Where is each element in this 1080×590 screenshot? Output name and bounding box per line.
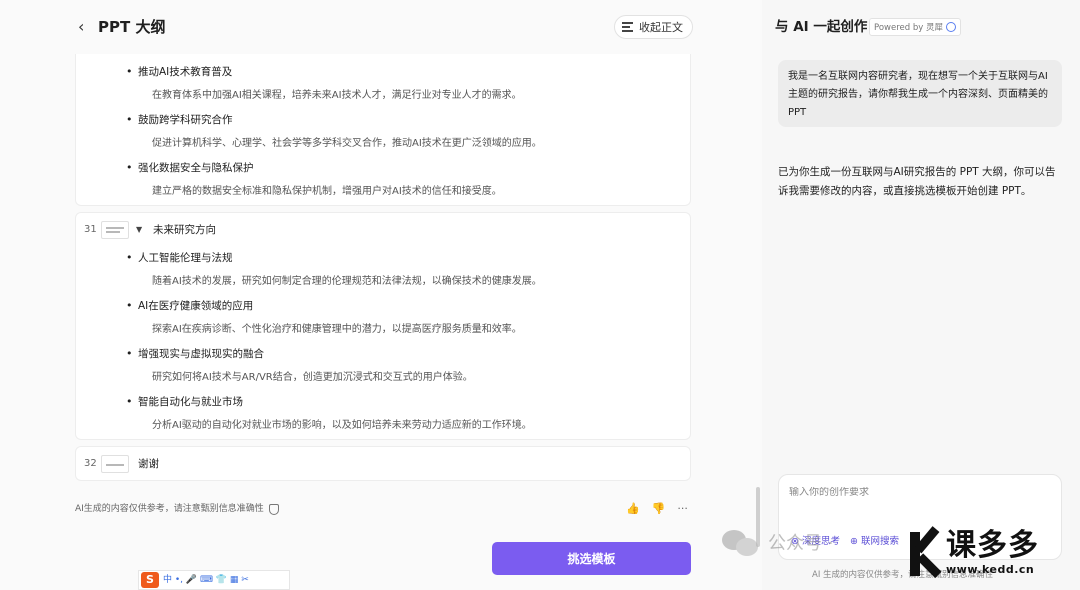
bullet-title[interactable]: 推动AI技术教育普及: [126, 65, 232, 79]
ime-toolbar[interactable]: S 中 •, 🎤 ⌨ 👕 ▦ ✂: [138, 570, 290, 590]
collapse-body-label: 收起正文: [639, 21, 683, 34]
list-icon: [622, 22, 633, 32]
thumbs-up-icon[interactable]: 👍: [626, 502, 640, 515]
powered-by-badge: Powered by 灵犀: [869, 18, 961, 36]
slide-thumbnail[interactable]: [101, 221, 129, 239]
chat-panel: 与 AI 一起创作 Powered by 灵犀 我是一名互联网内容研究者，现在想…: [762, 0, 1080, 590]
slide-number: 32: [84, 458, 97, 469]
wechat-icon: [722, 528, 760, 556]
outline-card-continued: 推动AI技术教育普及 在教育体系中加强AI相关课程，培养未来AI技术人才，满足行…: [75, 54, 691, 206]
outline-card-slide-31: 31 ▼ 未来研究方向 人工智能伦理与法规 随着AI技术的发展，研究如何制定合理…: [75, 212, 691, 440]
sogou-ime-icon[interactable]: S: [141, 572, 159, 588]
collapse-body-button[interactable]: 收起正文: [614, 15, 693, 39]
bullet-desc[interactable]: 在教育体系中加强AI相关课程，培养未来AI技术人才，满足行业对专业人才的需求。: [152, 89, 522, 103]
pick-template-button[interactable]: 挑选模板: [492, 542, 691, 575]
kedd-logo-icon: [908, 526, 944, 580]
bullet-desc[interactable]: 研究如何将AI技术与AR/VR结合，创造更加沉浸式和交互式的用户体验。: [152, 371, 473, 385]
lingxi-logo-icon: [945, 22, 956, 32]
bullet-title[interactable]: 鼓励跨学科研究合作: [126, 113, 232, 127]
web-search-chip[interactable]: ⊕ 联网搜索: [850, 533, 899, 547]
wechat-watermark: 公众号 ·: [722, 528, 833, 556]
bullet-title[interactable]: 强化数据安全与隐私保护: [126, 161, 253, 175]
thumbs-down-icon[interactable]: 👎: [652, 502, 666, 515]
bullet-desc[interactable]: 促进计算机科学、心理学、社会学等多学科交叉合作，推动AI技术在更广泛领域的应用。: [152, 137, 542, 151]
bullet-title[interactable]: 人工智能伦理与法规: [126, 251, 232, 265]
bullet-desc[interactable]: 探索AI在疾病诊断、个性化治疗和健康管理中的潜力，以提高医疗服务质量和效率。: [152, 323, 522, 337]
kedd-watermark: 课多多 www.kedd.cn: [908, 526, 1039, 580]
ai-disclaimer: AI生成的内容仅供参考，请注意甄别信息准确性: [75, 502, 279, 516]
kedd-url-text: www.kedd.cn: [946, 563, 1035, 576]
wechat-watermark-text: 公众号 ·: [768, 533, 834, 554]
user-message-bubble: 我是一名互联网内容研究者，现在想写一个关于互联网与AI主题的研究报告，请你帮我生…: [778, 60, 1062, 127]
kedd-brand-text: 课多多: [946, 528, 1039, 563]
bullet-title[interactable]: AI在医疗健康领域的应用: [126, 299, 253, 313]
section-title[interactable]: 谢谢: [138, 457, 159, 471]
bullet-desc[interactable]: 分析AI驱动的自动化对就业市场的影响，以及如何培养未来劳动力适应新的工作环境。: [152, 419, 532, 433]
bullet-desc[interactable]: 建立严格的数据安全标准和隐私保护机制，增强用户对AI技术的信任和接受度。: [152, 185, 502, 199]
outline-card-slide-32: 32 谢谢: [75, 446, 691, 481]
section-title[interactable]: 未来研究方向: [153, 223, 216, 237]
slide-number: 31: [84, 224, 97, 235]
chevron-left-icon[interactable]: ‹: [78, 17, 94, 37]
page-title: PPT 大纲: [98, 18, 166, 36]
more-icon[interactable]: ···: [677, 502, 688, 515]
outline-panel: ‹ PPT 大纲 收起正文 推动AI技术教育普及 在教育体系中加强AI相关课程，…: [0, 0, 762, 590]
ime-controls[interactable]: 中 •, 🎤 ⌨ 👕 ▦ ✂: [163, 572, 249, 588]
caret-down-icon[interactable]: ▼: [136, 223, 142, 237]
bullet-desc[interactable]: 随着AI技术的发展，研究如何制定合理的伦理规范和法律法规，以确保技术的健康发展。: [152, 275, 542, 289]
slide-thumbnail[interactable]: [101, 455, 129, 473]
bullet-title[interactable]: 智能自动化与就业市场: [126, 395, 243, 409]
shield-icon[interactable]: [268, 503, 279, 515]
chat-title: 与 AI 一起创作: [775, 19, 868, 35]
ai-message: 已为你生成一份互联网与AI研究报告的 PPT 大纲，你可以告诉我需要修改的内容，…: [778, 166, 1056, 197]
bullet-title[interactable]: 增强现实与虚拟现实的融合: [126, 347, 264, 361]
prompt-input[interactable]: [789, 487, 1049, 498]
ai-disclaimer-text: AI生成的内容仅供参考，请注意甄别信息准确性: [75, 504, 264, 514]
feedback-actions: 👍 👎 ···: [626, 502, 688, 515]
powered-by-text: Powered by 灵犀: [874, 23, 943, 33]
outline-header: ‹ PPT 大纲 收起正文: [0, 0, 762, 54]
